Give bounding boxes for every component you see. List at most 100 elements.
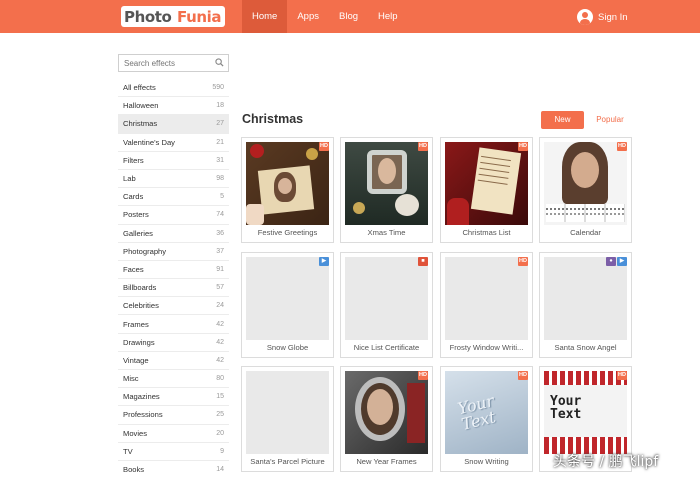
category-count: 42	[216, 320, 224, 328]
category-item[interactable]: Faces 91	[118, 261, 229, 280]
category-list: All effects 590 Halloween 18 Christmas 27 Vale…	[118, 79, 229, 478]
category-label: Celebrities	[123, 301, 159, 311]
effect-card[interactable]: Santa's Parcel Picture	[241, 366, 334, 472]
category-item[interactable]: Christmas 27	[118, 115, 229, 134]
effect-name[interactable]: Santa Snow Angel	[540, 343, 631, 352]
category-item[interactable]: Drawings 42	[118, 334, 229, 352]
watermark: 头条号 / 鹏飞lipf	[553, 454, 659, 470]
effect-card[interactable]: HD New Year Frames	[340, 366, 433, 472]
category-item[interactable]: All effects 590	[118, 79, 229, 98]
category-label: Movies	[123, 428, 148, 438]
effect-thumbnail[interactable]	[345, 371, 428, 454]
category-count: 91	[216, 265, 224, 273]
user-icon: ●	[606, 257, 616, 266]
category-item[interactable]: Lab 98	[118, 170, 229, 189]
effect-card[interactable]: HD Christmas List	[440, 137, 533, 243]
category-item[interactable]: Celebrities 24	[118, 297, 229, 316]
category-label: Christmas	[123, 119, 158, 129]
effect-thumbnail[interactable]	[345, 142, 428, 225]
category-item[interactable]: Books 14	[118, 461, 229, 478]
sort-popular-button[interactable]: Popular	[589, 111, 631, 129]
effect-name[interactable]: Snow Writing	[441, 457, 532, 466]
category-item[interactable]: Posters 74	[118, 206, 229, 225]
effect-thumbnail[interactable]	[544, 257, 627, 340]
effect-thumbnail[interactable]	[246, 257, 329, 340]
effect-name[interactable]: New Year Frames	[341, 457, 432, 466]
effect-thumbnail[interactable]	[445, 257, 528, 340]
category-label: Books	[123, 465, 145, 475]
effect-card[interactable]: HD Xmas Time	[340, 137, 433, 243]
category-label: Halloween	[123, 101, 159, 111]
category-count: 21	[216, 138, 224, 146]
category-label: Filters	[123, 155, 144, 165]
effect-card[interactable]: HD Calendar	[539, 137, 632, 243]
nav-blog[interactable]: Blog	[329, 0, 368, 33]
effect-name[interactable]: Snow Globe	[242, 343, 333, 352]
effect-thumbnail[interactable]	[246, 371, 329, 454]
category-label: Frames	[123, 319, 149, 329]
user-icon	[577, 9, 593, 25]
effect-name[interactable]: Festive Greetings	[242, 228, 333, 237]
effect-thumbnail[interactable]	[246, 142, 329, 225]
effect-card[interactable]: Your Text HD Snow Writing	[440, 366, 533, 472]
sign-in-button[interactable]: Sign In	[577, 9, 628, 25]
nav-help[interactable]: Help	[368, 0, 408, 33]
nav-home[interactable]: Home	[242, 0, 288, 33]
effect-name[interactable]: Frosty Window Writi...	[441, 343, 532, 352]
hd-badge: HD	[617, 371, 627, 380]
category-item[interactable]: Filters 31	[118, 152, 229, 170]
nav-apps[interactable]: Apps	[287, 0, 329, 33]
category-count: 15	[216, 393, 224, 401]
effect-card[interactable]: HD Festive Greetings	[241, 137, 334, 243]
category-item[interactable]: Frames 42	[118, 315, 229, 334]
print-icon: ■	[418, 257, 428, 266]
top-navigation-bar: Photo Funia Home Apps Blog Help Sign In	[0, 0, 700, 33]
category-item[interactable]: Vintage 42	[118, 352, 229, 370]
hd-badge: HD	[418, 142, 428, 151]
category-count: 42	[216, 338, 224, 346]
category-count: 98	[216, 175, 224, 183]
category-item[interactable]: Professions 25	[118, 406, 229, 425]
category-item[interactable]: Misc 80	[118, 370, 229, 389]
effect-name[interactable]: Christmas List	[441, 228, 532, 237]
search-input[interactable]	[119, 55, 209, 71]
category-item[interactable]: Movies 20	[118, 425, 229, 443]
category-count: 25	[216, 411, 224, 419]
category-count: 37	[216, 247, 224, 255]
effect-thumbnail[interactable]	[345, 257, 428, 340]
category-count: 590	[212, 84, 224, 92]
category-item[interactable]: Galleries 36	[118, 225, 229, 243]
category-item[interactable]: Valentine's Day 21	[118, 134, 229, 152]
effect-thumbnail[interactable]	[445, 142, 528, 225]
effect-name[interactable]: Nice List Certificate	[341, 343, 432, 352]
category-count: 9	[220, 447, 224, 455]
effect-name[interactable]: Xmas Time	[341, 228, 432, 237]
sign-in-label: Sign In	[598, 11, 628, 23]
category-count: 14	[216, 466, 224, 474]
effect-thumbnail[interactable]: Your Text	[445, 371, 528, 454]
effect-card[interactable]: ■ Nice List Certificate	[340, 252, 433, 358]
category-label: Magazines	[123, 392, 160, 402]
effect-card[interactable]: ▶ ● Santa Snow Angel	[539, 252, 632, 358]
page-title: Christmas	[242, 112, 304, 126]
hd-badge: HD	[319, 142, 329, 151]
photofunia-logo[interactable]: Photo Funia	[121, 6, 225, 27]
category-label: Valentine's Day	[123, 137, 175, 147]
effect-card[interactable]: HD Frosty Window Writi...	[440, 252, 533, 358]
category-label: Misc	[123, 374, 139, 384]
search-icon[interactable]	[215, 58, 224, 67]
effect-card[interactable]: ▶ Snow Globe	[241, 252, 334, 358]
hd-badge: HD	[518, 257, 528, 266]
effect-name[interactable]: Santa's Parcel Picture	[242, 457, 333, 466]
category-count: 18	[216, 102, 224, 110]
category-item[interactable]: TV 9	[118, 443, 229, 461]
category-item[interactable]: Billboards 57	[118, 279, 229, 298]
category-item[interactable]: Cards 5	[118, 188, 229, 207]
category-item[interactable]: Magazines 15	[118, 388, 229, 407]
category-item[interactable]: Photography 37	[118, 243, 229, 261]
effect-name[interactable]: Calendar	[540, 228, 631, 237]
effect-thumbnail[interactable]: Your Text	[544, 371, 627, 454]
effect-thumbnail[interactable]	[544, 142, 627, 225]
sort-new-button[interactable]: New	[541, 111, 584, 129]
category-item[interactable]: Halloween 18	[118, 97, 229, 116]
